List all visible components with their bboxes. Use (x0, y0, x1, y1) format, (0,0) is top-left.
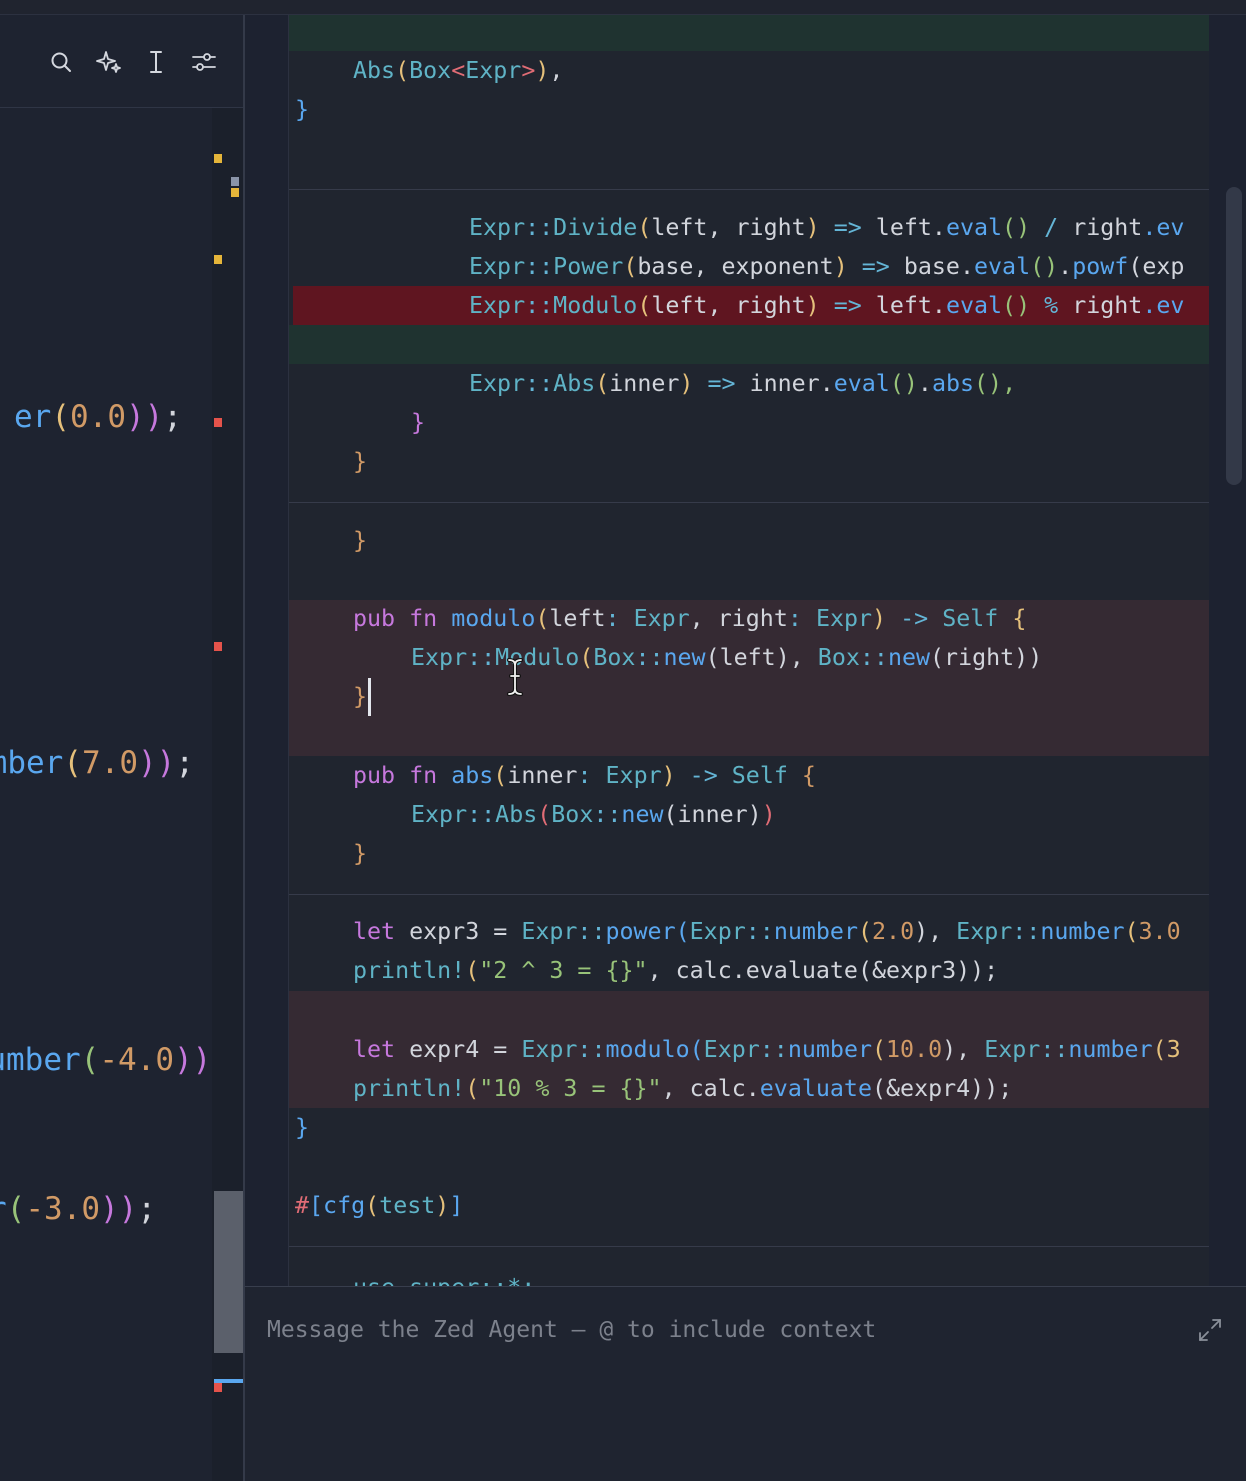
code-line: er(0.0)); (14, 399, 182, 435)
search-icon[interactable] (46, 47, 76, 77)
left-editor-pane: er(0.0)); mber(7.0)); umber(-4.0)); r(-3… (0, 15, 245, 1481)
code-line: use super::*; (353, 1268, 535, 1286)
added-line-band (289, 15, 1209, 51)
scrollbar-thumb[interactable] (214, 1191, 243, 1353)
gutter-marker-error (214, 642, 222, 651)
gutter-marker-modified (231, 177, 239, 186)
code-line-removed: Expr::Modulo(left, right) => left.eval()… (469, 292, 1185, 319)
diff-scrollbar-thumb[interactable] (1226, 187, 1242, 485)
code-line: let expr3 = Expr::power(Expr::number(2.0… (353, 918, 1181, 945)
code-line: } (411, 409, 426, 436)
code-line: println!("2 ^ 3 = {}", calc.evaluate(&ex… (353, 957, 999, 984)
gutter-marker-error (214, 1383, 222, 1392)
code-line: r(-3.0)); (0, 1191, 156, 1227)
code-line: Expr::Divide(left, right) => left.eval()… (469, 214, 1185, 241)
gutter-marker-error (214, 418, 222, 427)
left-code-area[interactable]: er(0.0)); mber(7.0)); umber(-4.0)); r(-3… (0, 108, 212, 1481)
diff-view[interactable]: Abs(Box<Expr>), } Expr::Divide(left, rig… (288, 15, 1209, 1286)
code-line: } (353, 527, 368, 554)
code-line: umber(-4.0)); (0, 1042, 212, 1078)
expand-icon[interactable] (1195, 1315, 1225, 1345)
code-line: pub fn abs(inner: Expr) -> Self { (353, 762, 816, 789)
code-line-added: let expr4 = Expr::modulo(Expr::number(10… (353, 1036, 1181, 1063)
scroll-position-indicator (214, 1379, 243, 1383)
code-line: } (353, 448, 368, 475)
gutter-marker-modified (214, 154, 222, 163)
code-line: #[cfg(test)] (295, 1192, 464, 1219)
code-line: Expr::Abs(Box::new(inner)) (411, 801, 776, 828)
agent-panel: Abs(Box<Expr>), } Expr::Divide(left, rig… (245, 15, 1246, 1481)
ibeam-cursor-icon (507, 658, 523, 696)
agent-message-input[interactable]: Message the Zed Agent — @ to include con… (245, 1286, 1246, 1481)
added-line-band (289, 325, 1209, 364)
sparkle-icon[interactable] (94, 47, 124, 77)
message-placeholder: Message the Zed Agent — @ to include con… (267, 1317, 877, 1343)
code-line-added: } (353, 683, 368, 710)
gutter-marker-modified (214, 255, 222, 264)
code-line: Expr::Power(base, exponent) => base.eval… (469, 253, 1185, 280)
hunk-separator (289, 894, 1209, 895)
hunk-separator (289, 502, 1209, 503)
editor-toolbar (0, 15, 244, 108)
text-cursor-icon[interactable] (141, 47, 171, 77)
title-bar (0, 0, 1246, 15)
code-line: Abs(Box<Expr>), (353, 57, 564, 84)
code-line: } (295, 1114, 310, 1141)
hunk-separator (289, 1246, 1209, 1247)
code-line: } (353, 840, 368, 867)
hunk-separator (289, 189, 1209, 190)
code-line: mber(7.0)); (0, 745, 194, 781)
code-line: Expr::Abs(inner) => inner.eval().abs(), (469, 370, 1017, 397)
gutter-marker-modified (231, 188, 239, 197)
sliders-icon[interactable] (189, 47, 219, 77)
code-line-added: println!("10 % 3 = {}", calc.evaluate(&e… (353, 1075, 1013, 1102)
code-line-added: pub fn modulo(left: Expr, right: Expr) -… (353, 605, 1027, 632)
code-line: } (295, 96, 310, 123)
text-caret (368, 678, 371, 716)
